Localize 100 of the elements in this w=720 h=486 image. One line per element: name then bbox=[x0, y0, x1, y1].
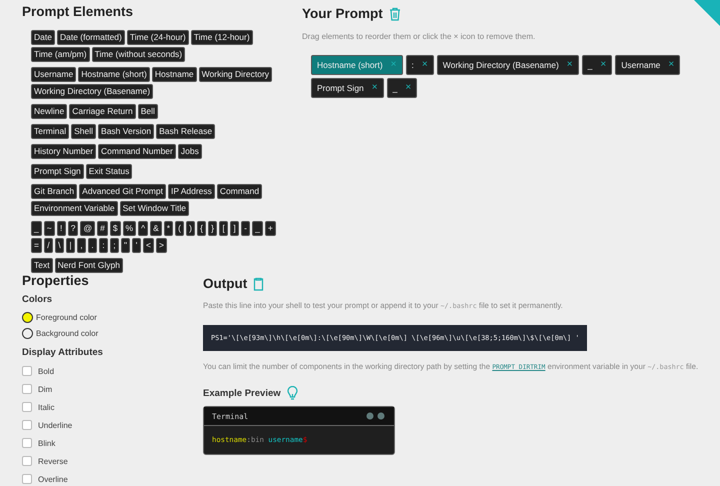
remove-button[interactable]: × bbox=[566, 60, 573, 70]
token-label: Username bbox=[621, 60, 660, 70]
element-button[interactable]: Date bbox=[31, 30, 55, 45]
checkbox-label: Overline bbox=[38, 474, 68, 484]
element-button[interactable]: > bbox=[156, 238, 167, 253]
element-button[interactable]: Set Window Title bbox=[120, 201, 189, 216]
checkbox[interactable] bbox=[22, 420, 32, 430]
element-button[interactable]: # bbox=[97, 221, 108, 236]
element-button[interactable]: [ bbox=[219, 221, 228, 236]
prompt-token[interactable]: _ × bbox=[386, 78, 418, 98]
element-button[interactable]: Hostname bbox=[152, 67, 197, 82]
element-button[interactable]: ~ bbox=[44, 221, 55, 236]
element-button[interactable]: / bbox=[44, 238, 53, 253]
element-button[interactable]: = bbox=[31, 238, 42, 253]
element-button[interactable]: Carriage Return bbox=[69, 104, 136, 119]
element-button[interactable]: Shell bbox=[71, 124, 96, 139]
element-button[interactable]: Working Directory (Basename) bbox=[31, 84, 154, 99]
element-button[interactable]: Git Branch bbox=[31, 184, 78, 199]
element-button[interactable]: ( bbox=[175, 221, 184, 236]
remove-button[interactable]: × bbox=[372, 83, 378, 93]
element-button[interactable]: ! bbox=[56, 221, 66, 236]
element-button[interactable]: Time (am/pm) bbox=[31, 47, 90, 62]
radio-button[interactable] bbox=[22, 312, 33, 322]
element-button[interactable]: Advanced Git Prompt bbox=[79, 184, 166, 199]
remove-button[interactable]: × bbox=[405, 83, 412, 93]
element-button[interactable]: Nerd Font Glyph bbox=[54, 258, 123, 273]
element-button[interactable]: { bbox=[197, 221, 206, 236]
element-button[interactable]: _ bbox=[252, 221, 263, 236]
corner-decoration bbox=[694, 0, 720, 26]
element-button[interactable]: Jobs bbox=[178, 144, 202, 159]
element-button[interactable]: ' bbox=[132, 238, 141, 253]
element-button[interactable]: ) bbox=[186, 221, 196, 236]
element-button[interactable]: ^ bbox=[138, 221, 148, 236]
prompt-token[interactable]: Hostname (short) × bbox=[311, 55, 403, 75]
checkbox[interactable] bbox=[22, 456, 32, 466]
checkbox[interactable] bbox=[22, 366, 32, 376]
token-label: Working Directory (Basename) bbox=[442, 60, 559, 70]
element-button[interactable]: . bbox=[88, 238, 97, 253]
element-button[interactable]: " bbox=[120, 238, 130, 253]
element-button[interactable]: Terminal bbox=[31, 124, 70, 139]
element-button[interactable]: ] bbox=[230, 221, 240, 236]
element-button[interactable]: Date (formatted) bbox=[56, 30, 125, 45]
element-button[interactable]: % bbox=[122, 221, 136, 236]
element-button[interactable]: Working Directory bbox=[198, 67, 272, 82]
element-button[interactable]: Time (24-hour) bbox=[126, 30, 189, 45]
element-button[interactable]: : bbox=[98, 238, 108, 253]
element-button[interactable]: Time (without seconds) bbox=[92, 47, 186, 62]
element-button[interactable]: Time (12-hour) bbox=[190, 30, 253, 45]
checkbox-label: Reverse bbox=[38, 456, 68, 466]
element-button[interactable]: Username bbox=[31, 67, 76, 82]
element-button[interactable]: Hostname (short) bbox=[78, 67, 150, 82]
checkbox[interactable] bbox=[22, 384, 32, 394]
element-button[interactable]: - bbox=[241, 221, 250, 236]
element-button[interactable]: $ bbox=[110, 221, 121, 236]
checkbox-label: Dim bbox=[38, 384, 52, 394]
element-button[interactable]: Command Number bbox=[98, 144, 176, 159]
element-button[interactable]: ? bbox=[68, 221, 78, 236]
element-button[interactable]: History Number bbox=[31, 144, 96, 159]
radio-button[interactable] bbox=[22, 328, 33, 338]
element-button[interactable]: @ bbox=[80, 221, 96, 236]
instructions-text: Drag elements to reorder them or click the × icon to remove them. bbox=[302, 32, 536, 41]
window-controls-icon[interactable] bbox=[366, 412, 386, 420]
element-button[interactable]: | bbox=[66, 238, 75, 253]
prompt-token[interactable]: Username × bbox=[615, 55, 680, 75]
element-button[interactable]: & bbox=[150, 221, 162, 236]
element-button[interactable]: ; bbox=[110, 238, 119, 253]
remove-button[interactable]: × bbox=[600, 60, 606, 70]
element-button[interactable]: , bbox=[76, 238, 86, 253]
remove-button[interactable]: × bbox=[668, 60, 674, 70]
prompt-token[interactable]: : × bbox=[406, 55, 434, 75]
checkbox[interactable] bbox=[22, 402, 32, 412]
element-button[interactable]: } bbox=[208, 221, 218, 236]
group-title: Colors bbox=[22, 294, 54, 305]
element-button[interactable]: Bash Release bbox=[156, 124, 216, 139]
prompt-token[interactable]: _ × bbox=[582, 55, 612, 75]
element-button[interactable]: IP Address bbox=[168, 184, 215, 199]
element-button[interactable]: _ bbox=[31, 221, 42, 236]
element-button[interactable]: Newline bbox=[31, 104, 68, 119]
section-title: Prompt Elements bbox=[22, 4, 134, 19]
group-title: Display Attributes bbox=[22, 347, 104, 358]
prompt-token[interactable]: Prompt Sign × bbox=[311, 78, 384, 98]
element-button[interactable]: * bbox=[164, 221, 174, 236]
checkbox[interactable] bbox=[22, 438, 32, 448]
element-button[interactable]: Bash Version bbox=[98, 124, 154, 139]
element-button[interactable]: Exit Status bbox=[86, 164, 132, 179]
remove-button[interactable]: × bbox=[422, 60, 428, 70]
element-button[interactable]: + bbox=[264, 221, 276, 236]
element-button[interactable]: Text bbox=[31, 258, 53, 273]
element-button[interactable]: Bell bbox=[138, 104, 158, 119]
element-button[interactable]: Command bbox=[216, 184, 262, 199]
trash-icon[interactable] bbox=[388, 6, 401, 20]
clipboard-icon[interactable] bbox=[253, 276, 264, 290]
prompt-token[interactable]: Working Directory (Basename) × bbox=[436, 55, 579, 75]
radio-label: Foreground color bbox=[36, 312, 97, 322]
element-button[interactable]: Prompt Sign bbox=[31, 164, 84, 179]
element-button[interactable]: Environment Variable bbox=[31, 201, 118, 216]
element-button[interactable]: < bbox=[143, 238, 154, 253]
token-label: : bbox=[412, 60, 414, 70]
element-button[interactable]: \ bbox=[54, 238, 64, 253]
checkbox[interactable] bbox=[22, 474, 32, 484]
